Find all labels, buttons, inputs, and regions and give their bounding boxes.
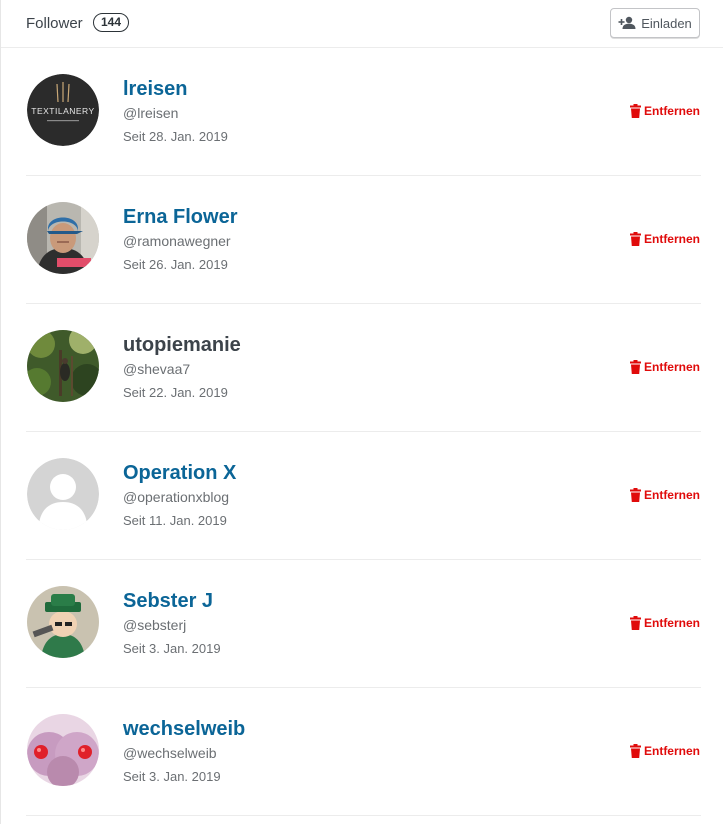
remove-label: Entfernen xyxy=(643,232,700,246)
remove-label: Entfernen xyxy=(643,488,700,502)
remove-follower-button[interactable]: Entfernen xyxy=(629,104,700,118)
follower-since-date: Seit 28. Jan. 2019 xyxy=(123,129,228,144)
follower-name-link[interactable]: Sebster J xyxy=(123,590,213,613)
follower-since-date: Seit 22. Jan. 2019 xyxy=(123,385,228,400)
avatar[interactable] xyxy=(27,714,99,786)
invite-button-label: Einladen xyxy=(641,15,692,31)
follower-handle: @operationxblog xyxy=(123,489,230,505)
follower-row: utopiemanie @shevaa7 Seit 22. Jan. 2019 … xyxy=(1,304,723,432)
page-title: Follower xyxy=(26,15,83,32)
follower-row: Sebster J @sebsterj Seit 3. Jan. 2019 En… xyxy=(1,560,723,688)
follower-name-link[interactable]: wechselweib xyxy=(123,718,245,741)
follower-name-link[interactable]: Operation X xyxy=(123,462,236,485)
follower-handle: @ramonawegner xyxy=(123,233,231,249)
follower-row: wechselweib @wechselweib Seit 3. Jan. 20… xyxy=(1,688,723,816)
svg-text:TEXTILANERY: TEXTILANERY xyxy=(31,106,94,116)
follower-row: Operation X @operationxblog Seit 11. Jan… xyxy=(1,432,723,560)
avatar[interactable] xyxy=(27,202,99,274)
follower-name: utopiemanie xyxy=(123,334,241,356)
follower-name-link[interactable]: Erna Flower xyxy=(123,206,237,229)
trash-icon xyxy=(629,744,641,758)
remove-follower-button[interactable]: Entfernen xyxy=(629,232,700,246)
follower-since-date: Seit 3. Jan. 2019 xyxy=(123,641,221,656)
follower-panel: Follower 144 Einladen TEXTILANERY lreise… xyxy=(0,0,723,824)
remove-follower-button[interactable]: Entfernen xyxy=(629,488,700,502)
follower-count-badge: 144 xyxy=(93,13,130,32)
avatar[interactable] xyxy=(27,330,99,402)
trash-icon xyxy=(629,104,641,118)
remove-label: Entfernen xyxy=(643,616,700,630)
trash-icon xyxy=(629,232,641,246)
follower-since-date: Seit 3. Jan. 2019 xyxy=(123,769,221,784)
follower-header: Follower 144 Einladen xyxy=(1,0,723,48)
trash-icon xyxy=(629,488,641,502)
avatar[interactable] xyxy=(27,458,99,530)
avatar[interactable]: TEXTILANERY xyxy=(27,74,99,146)
follower-row: TEXTILANERY lreisen @lreisen Seit 28. Ja… xyxy=(1,48,723,176)
remove-follower-button[interactable]: Entfernen xyxy=(629,616,700,630)
remove-label: Entfernen xyxy=(643,744,700,758)
row-divider xyxy=(26,815,701,816)
follower-handle: @lreisen xyxy=(123,105,179,121)
person-plus-icon xyxy=(618,16,636,30)
follower-handle: @wechselweib xyxy=(123,745,217,761)
remove-label: Entfernen xyxy=(643,104,700,118)
follower-since-date: Seit 26. Jan. 2019 xyxy=(123,257,228,272)
remove-label: Entfernen xyxy=(643,360,700,374)
avatar[interactable] xyxy=(27,586,99,658)
trash-icon xyxy=(629,616,641,630)
remove-follower-button[interactable]: Entfernen xyxy=(629,744,700,758)
follower-name-link[interactable]: lreisen xyxy=(123,78,187,101)
follower-handle: @sebsterj xyxy=(123,617,187,633)
remove-follower-button[interactable]: Entfernen xyxy=(629,360,700,374)
follower-row: Erna Flower @ramonawegner Seit 26. Jan. … xyxy=(1,176,723,304)
follower-since-date: Seit 11. Jan. 2019 xyxy=(123,513,227,528)
trash-icon xyxy=(629,360,641,374)
follower-handle: @shevaa7 xyxy=(123,361,191,377)
invite-button[interactable]: Einladen xyxy=(610,8,700,38)
